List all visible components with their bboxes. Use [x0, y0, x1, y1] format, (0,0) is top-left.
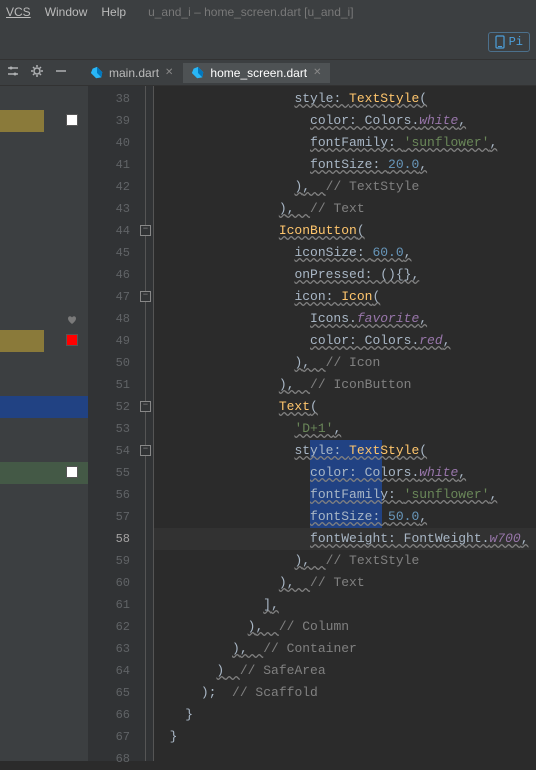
- color-swatch-icon: [66, 114, 78, 126]
- code-line[interactable]: 'D+1',: [154, 418, 536, 440]
- line-number[interactable]: 68: [88, 748, 138, 770]
- line-number[interactable]: 49: [88, 330, 138, 352]
- menu-vcs[interactable]: VCS: [6, 5, 31, 19]
- code-line[interactable]: style: TextStyle(: [154, 88, 536, 110]
- code-line[interactable]: ), // Column: [154, 616, 536, 638]
- code-line[interactable]: [154, 748, 536, 761]
- line-number[interactable]: 54: [88, 440, 138, 462]
- fold-toggle[interactable]: −: [140, 401, 151, 412]
- marker-strip: [0, 86, 88, 761]
- code-line[interactable]: ), // Container: [154, 638, 536, 660]
- line-number[interactable]: 41: [88, 154, 138, 176]
- code-line[interactable]: fontSize: 20.0,: [154, 154, 536, 176]
- navigation-bar: Pi: [0, 24, 536, 60]
- fold-strip: − − − −: [138, 86, 154, 761]
- fold-toggle[interactable]: −: [140, 445, 151, 456]
- code-line[interactable]: }: [154, 704, 536, 726]
- editor-tab[interactable]: home_screen.dart ✕: [183, 63, 329, 83]
- line-number[interactable]: 63: [88, 638, 138, 660]
- change-marker: [0, 396, 88, 418]
- code-line[interactable]: ],: [154, 594, 536, 616]
- editor-tab[interactable]: main.dart ✕: [82, 63, 181, 83]
- line-number[interactable]: 51: [88, 374, 138, 396]
- editor-toolbar: main.dart ✕ home_screen.dart ✕: [0, 60, 536, 86]
- color-swatch-icon: [66, 334, 78, 346]
- heart-icon: [66, 312, 78, 324]
- line-number[interactable]: 60: [88, 572, 138, 594]
- tab-label: home_screen.dart: [210, 66, 307, 80]
- line-number[interactable]: 48: [88, 308, 138, 330]
- line-number[interactable]: 55: [88, 462, 138, 484]
- line-number[interactable]: 64: [88, 660, 138, 682]
- code-line[interactable]: ), // TextStyle: [154, 176, 536, 198]
- line-number[interactable]: 57: [88, 506, 138, 528]
- code-line[interactable]: fontFamily: 'sunflower',: [154, 132, 536, 154]
- menu-help[interactable]: Help: [101, 5, 126, 19]
- code-line[interactable]: color: Colors.white,: [154, 110, 536, 132]
- line-number[interactable]: 58: [88, 528, 138, 550]
- line-number[interactable]: 38: [88, 88, 138, 110]
- line-number[interactable]: 52: [88, 396, 138, 418]
- menu-window[interactable]: Window: [45, 5, 88, 19]
- line-number[interactable]: 66: [88, 704, 138, 726]
- line-number[interactable]: 47: [88, 286, 138, 308]
- code-line[interactable]: color: Colors.red,: [154, 330, 536, 352]
- gear-icon[interactable]: [30, 64, 44, 82]
- line-number[interactable]: 53: [88, 418, 138, 440]
- fold-toggle[interactable]: −: [140, 291, 151, 302]
- code-line[interactable]: iconSize: 60.0,: [154, 242, 536, 264]
- code-line[interactable]: icon: Icon(: [154, 286, 536, 308]
- close-icon[interactable]: ✕: [313, 67, 321, 78]
- device-selector-button[interactable]: Pi: [488, 32, 530, 52]
- code-line[interactable]: IconButton(: [154, 220, 536, 242]
- editor: 3839404142434445464748495051525354555657…: [0, 86, 536, 761]
- code-line[interactable]: onPressed: (){},: [154, 264, 536, 286]
- code-line[interactable]: fontFamily: 'sunflower',: [154, 484, 536, 506]
- code-line[interactable]: color: Colors.white,: [154, 462, 536, 484]
- line-number[interactable]: 59: [88, 550, 138, 572]
- line-number[interactable]: 46: [88, 264, 138, 286]
- code-area[interactable]: style: TextStyle( color: Colors.white, f…: [154, 86, 536, 761]
- code-line[interactable]: ) // SafeArea: [154, 660, 536, 682]
- change-marker: [0, 330, 44, 352]
- device-label: Pi: [509, 35, 523, 49]
- code-line[interactable]: Icons.favorite,: [154, 308, 536, 330]
- code-line[interactable]: fontWeight: FontWeight.w700,: [154, 528, 536, 550]
- settings-sliders-icon[interactable]: [6, 64, 20, 82]
- menubar: VCS Window Help u_and_i – home_screen.da…: [0, 0, 536, 24]
- code-line[interactable]: style: TextStyle(: [154, 440, 536, 462]
- line-number[interactable]: 50: [88, 352, 138, 374]
- line-number[interactable]: 39: [88, 110, 138, 132]
- code-line[interactable]: ), // Text: [154, 572, 536, 594]
- phone-icon: [495, 35, 505, 49]
- code-line[interactable]: ), // IconButton: [154, 374, 536, 396]
- line-number[interactable]: 40: [88, 132, 138, 154]
- editor-tabs: main.dart ✕ home_screen.dart ✕: [82, 63, 332, 83]
- line-number[interactable]: 56: [88, 484, 138, 506]
- code-line[interactable]: ), // TextStyle: [154, 550, 536, 572]
- code-line[interactable]: ), // Icon: [154, 352, 536, 374]
- close-icon[interactable]: ✕: [165, 67, 173, 78]
- code-line[interactable]: }: [154, 726, 536, 748]
- code-line[interactable]: ), // Text: [154, 198, 536, 220]
- line-number[interactable]: 45: [88, 242, 138, 264]
- line-number[interactable]: 67: [88, 726, 138, 748]
- fold-toggle[interactable]: −: [140, 225, 151, 236]
- code-line[interactable]: fontSize: 50.0,: [154, 506, 536, 528]
- code-line[interactable]: ); // Scaffold: [154, 682, 536, 704]
- line-gutter: 3839404142434445464748495051525354555657…: [88, 86, 138, 761]
- change-marker: [0, 110, 44, 132]
- line-number[interactable]: 44: [88, 220, 138, 242]
- window-title: u_and_i – home_screen.dart [u_and_i]: [148, 5, 530, 19]
- line-number[interactable]: 62: [88, 616, 138, 638]
- line-number[interactable]: 61: [88, 594, 138, 616]
- line-number[interactable]: 42: [88, 176, 138, 198]
- line-number[interactable]: 43: [88, 198, 138, 220]
- line-number[interactable]: 65: [88, 682, 138, 704]
- color-swatch-icon: [66, 466, 78, 478]
- code-line[interactable]: Text(: [154, 396, 536, 418]
- minimize-icon[interactable]: [54, 64, 68, 82]
- tab-label: main.dart: [109, 66, 159, 80]
